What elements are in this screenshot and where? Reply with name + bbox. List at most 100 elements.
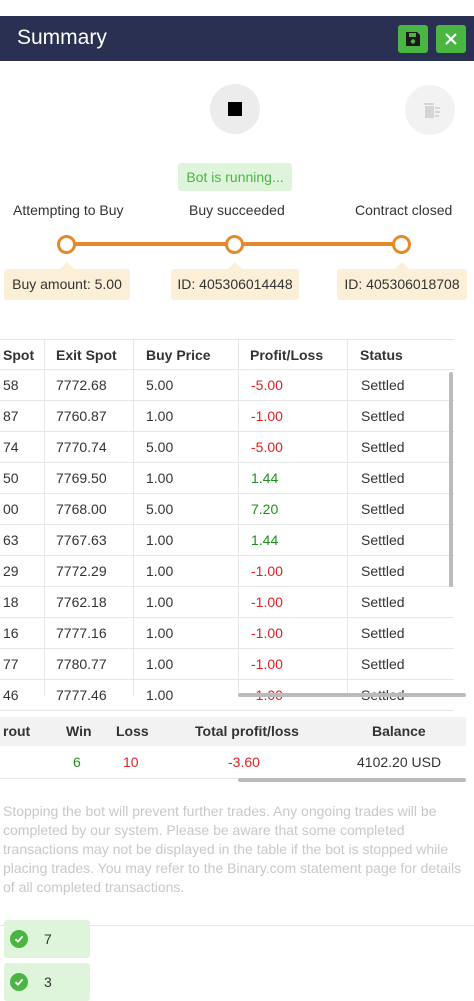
profit-loss-cell: 7.20 [251,501,279,517]
column-divider [347,339,348,696]
col-exit-spot: Exit Spot [56,347,117,363]
buy-price-cell: 1.00 [146,563,174,579]
col-buy-price: Buy Price [146,347,211,363]
check-icon [10,973,28,991]
stop-bot-notice: Stopping the bot will prevent further tr… [3,803,462,895]
status-bar [0,0,474,16]
col-spot: Spot [3,347,35,363]
buy-price-cell: 1.00 [146,687,174,703]
transactions-table-header: Spot Exit Spot Buy Price Profit/Loss Sta… [0,339,454,370]
spot-cell: 50 [3,470,19,486]
exit-spot-cell: 7769.50 [56,470,107,486]
progress-node-closed [392,235,411,254]
step-label-succeeded: Buy succeeded [189,202,285,218]
table-row: 16 7777.16 1.00 -1.00 Settled [0,618,454,649]
col-payout: rout [3,723,31,739]
spot-cell: 58 [3,377,19,393]
column-divider [44,339,45,696]
exit-spot-cell: 7777.16 [56,625,107,641]
status-cell: Settled [361,594,405,610]
table-row: 77 7780.77 1.00 -1.00 Settled [0,649,454,680]
spot-cell: 18 [3,594,19,610]
table-row: 87 7760.87 1.00 -1.00 Settled [0,401,454,432]
total-profit-loss-value: -3.60 [228,754,260,770]
table-vertical-scrollbar[interactable] [449,372,453,587]
spot-cell: 00 [3,501,19,517]
col-total-profit-loss: Total profit/loss [195,723,299,739]
status-cell: Settled [361,439,405,455]
buy-price-cell: 1.00 [146,470,174,486]
exit-spot-cell: 7760.87 [56,408,107,424]
buy-price-cell: 5.00 [146,501,174,517]
status-cell: Settled [361,470,405,486]
status-cell: Settled [361,408,405,424]
profit-loss-cell: -5.00 [251,377,283,393]
buy-price-cell: 1.00 [146,532,174,548]
table-row: 00 7768.00 5.00 7.20 Settled [0,494,454,525]
table-row: 58 7772.68 5.00 -5.00 Settled [0,370,454,401]
exit-spot-cell: 7770.74 [56,439,107,455]
profit-loss-cell: -1.00 [251,563,283,579]
exit-spot-cell: 7780.77 [56,656,107,672]
win-toast: 7 [4,920,90,958]
col-balance: Balance [372,723,426,739]
summary-header: Summary [0,16,474,61]
stop-bot-button[interactable] [210,84,260,134]
summary-horizontal-scrollbar[interactable] [238,778,466,782]
status-cell: Settled [361,501,405,517]
summary-table-header: rout Win Loss Total profit/loss Balance [0,717,466,746]
spot-cell: 29 [3,563,19,579]
col-status: Status [360,347,403,363]
check-icon [10,930,28,948]
buy-amount-tooltip: Buy amount: 5.00 [4,262,130,300]
table-row: 29 7772.29 1.00 -1.00 Settled [0,556,454,587]
exit-spot-cell: 7767.63 [56,532,107,548]
buy-price-cell: 1.00 [146,594,174,610]
spot-cell: 16 [3,625,19,641]
profit-loss-cell: -1.00 [251,408,283,424]
contract-id-tooltip: ID: 405306018708 [337,262,467,300]
status-cell: Settled [361,532,405,548]
progress-node-succeeded [225,235,244,254]
clear-stats-button[interactable] [405,85,455,135]
column-divider [133,339,134,696]
profit-loss-cell: -1.00 [251,625,283,641]
exit-spot-cell: 7772.29 [56,563,107,579]
table-row: 50 7769.50 1.00 1.44 Settled [0,463,454,494]
win-count: 6 [73,754,81,770]
status-cell: Settled [361,563,405,579]
close-icon [445,33,457,45]
buy-id-tooltip: ID: 405306014448 [171,262,299,300]
save-button[interactable] [398,25,428,53]
col-loss: Loss [116,723,149,739]
exit-spot-cell: 7772.68 [56,377,107,393]
spot-cell: 46 [3,687,19,703]
progress-node-buy [57,235,76,254]
buy-price-cell: 5.00 [146,377,174,393]
exit-spot-cell: 7762.18 [56,594,107,610]
summary-table-row: 6 10 -3.60 4102.20 USD [0,746,466,779]
bot-status-badge: Bot is running... [178,163,292,191]
loss-count: 10 [123,754,139,770]
toast-value: 7 [44,931,52,947]
status-cell: Settled [361,656,405,672]
win-toast: 3 [4,963,90,1001]
table-row: 74 7770.74 5.00 -5.00 Settled [0,432,454,463]
exit-spot-cell: 7777.46 [56,687,107,703]
step-label-closed: Contract closed [355,202,453,218]
spot-cell: 74 [3,439,19,455]
profit-loss-cell: 1.44 [251,532,279,548]
table-horizontal-scrollbar[interactable] [238,693,466,697]
profit-loss-cell: -1.00 [251,656,283,672]
table-row: 63 7767.63 1.00 1.44 Settled [0,525,454,556]
close-button[interactable] [436,25,466,53]
col-win: Win [66,723,92,739]
trash-icon [424,103,440,118]
buy-price-cell: 5.00 [146,439,174,455]
col-profit-loss: Profit/Loss [250,347,324,363]
spot-cell: 77 [3,656,19,672]
stop-icon [228,102,242,116]
profit-loss-cell: -5.00 [251,439,283,455]
step-label-attempting: Attempting to Buy [13,202,124,218]
toast-value: 3 [44,974,52,990]
